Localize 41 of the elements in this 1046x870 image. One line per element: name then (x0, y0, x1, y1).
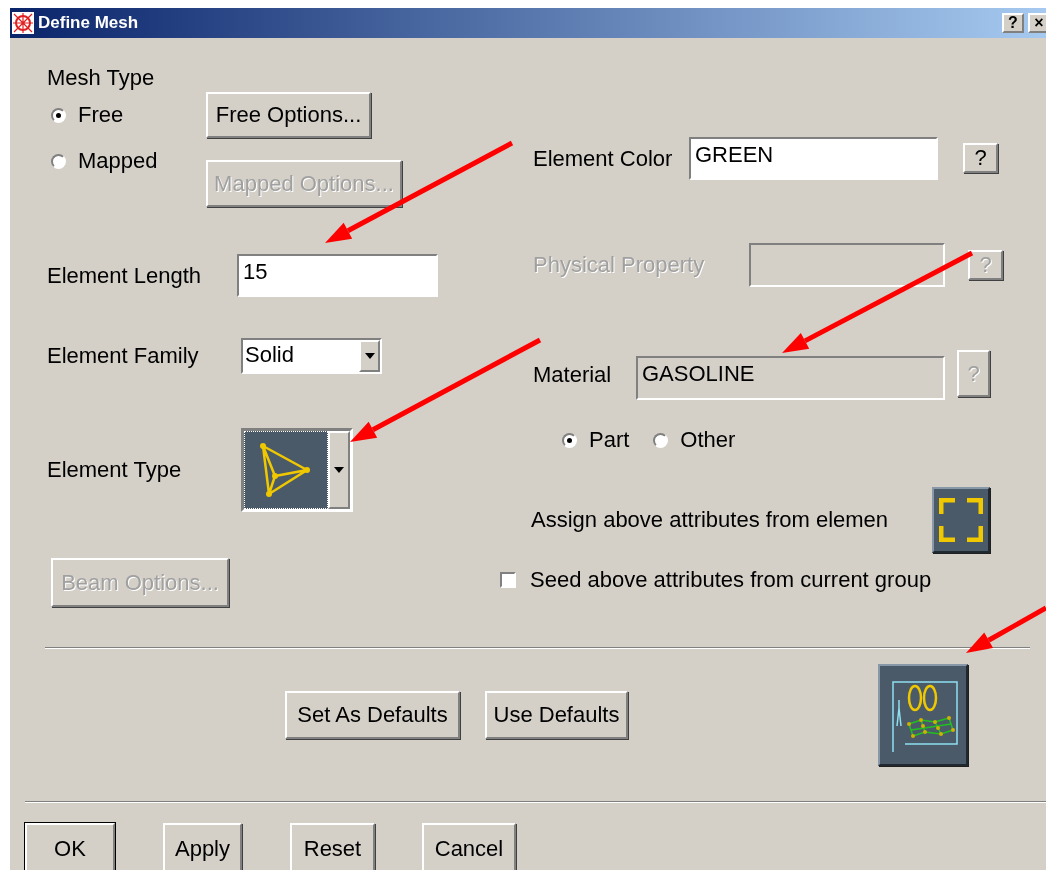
set-defaults-button[interactable]: Set As Defaults (285, 691, 460, 739)
radio-label: Part (589, 427, 630, 453)
field-label: Assign above attributes from elemen (531, 507, 890, 533)
title-bar-button[interactable]: ? (1002, 13, 1024, 33)
corner-brackets-icon (939, 498, 983, 542)
radio-label: Free (78, 102, 124, 128)
checkbox[interactable] (500, 572, 516, 588)
use-defaults-button[interactable]: Use Defaults (485, 691, 628, 739)
input-field[interactable]: 15 (237, 254, 438, 297)
section-label: Mesh Type (47, 65, 155, 91)
window-title: Define Mesh (38, 13, 140, 33)
help-button[interactable]: ? (963, 143, 998, 173)
radio-button[interactable] (51, 107, 66, 123)
caret-icon (334, 467, 344, 473)
radio-button[interactable] (653, 432, 669, 448)
input-field[interactable]: GASOLINE (636, 356, 945, 400)
field-label: Element Color (533, 145, 674, 172)
select-element-button[interactable] (932, 487, 990, 553)
options-button[interactable]: Free Options... (206, 92, 371, 138)
radio-button[interactable] (51, 153, 66, 169)
field-label: Element Length (47, 262, 203, 289)
dropdown-field[interactable]: Solid (241, 338, 382, 374)
radio-label: Mapped (78, 148, 158, 174)
dialog-button[interactable]: OK (25, 823, 115, 870)
checkbox-label: Seed above attributes from current group (530, 567, 932, 593)
title-bar-button[interactable]: × (1028, 13, 1046, 33)
caret-icon (364, 353, 375, 359)
field-label: Material (533, 362, 613, 388)
field-label: Element Type (47, 457, 183, 483)
input-field[interactable] (749, 243, 945, 287)
dialog-button[interactable]: Reset (290, 823, 375, 870)
field-label: Element Family (47, 343, 200, 369)
dialog-button[interactable]: Cancel (422, 823, 516, 870)
dropdown-button[interactable] (328, 431, 350, 509)
mesh-preview-button[interactable] (878, 664, 968, 766)
radio-button[interactable] (562, 432, 577, 448)
element-type-picker[interactable] (241, 428, 353, 512)
radio-label: Other (680, 427, 736, 453)
app-logo-icon (12, 12, 34, 34)
dialog-button[interactable]: Apply (163, 823, 242, 870)
input-field[interactable]: GREEN (689, 137, 938, 180)
